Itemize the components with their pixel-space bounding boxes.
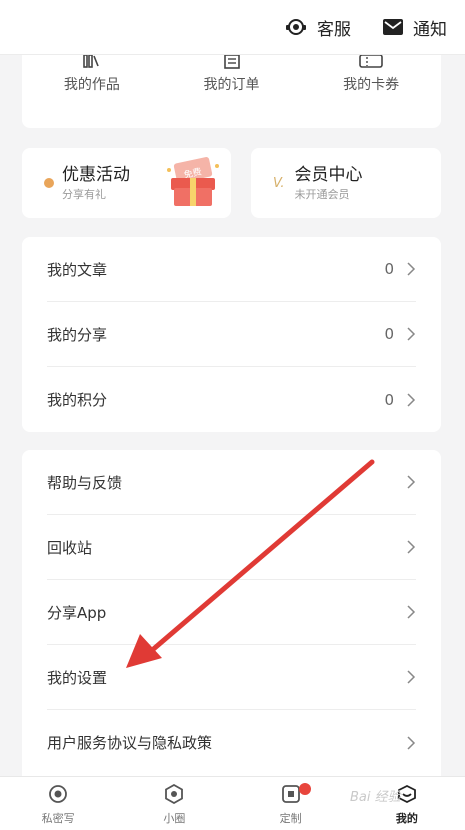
tab-label: 我的 (395, 812, 418, 825)
watermark: Bai 经验 (350, 790, 401, 805)
menu-list-card: 帮助与反馈 回收站 分享App 我的设置 用户服务协议与隐私政策 (22, 450, 441, 780)
my-orders-link[interactable]: 我的订单 (162, 55, 302, 128)
promotion-title: 优惠活动 (62, 165, 130, 185)
headset-icon (286, 19, 306, 35)
mail-icon (383, 19, 403, 35)
promotion-subtitle: 分享有礼 (62, 188, 106, 201)
chevron-right-icon (407, 735, 416, 750)
my-orders-label: 我的订单 (203, 77, 260, 93)
membership-title: 会员中心 (294, 165, 363, 185)
chevron-right-icon (407, 392, 416, 407)
tab-label: 定制 (279, 812, 302, 825)
quick-links-card: 我的作品 我的订单 我的卡券 (22, 55, 441, 128)
chevron-right-icon (407, 670, 416, 684)
list-item-terms-privacy[interactable]: 用户服务协议与隐私政策 (47, 710, 416, 775)
my-coupons-link[interactable]: 我的卡券 (301, 55, 441, 128)
membership-subtitle: 未开通会员 (294, 188, 350, 201)
hexagon-icon (165, 784, 184, 804)
my-coupons-label: 我的卡券 (343, 77, 400, 93)
coupon-icon (359, 55, 383, 68)
square-dot-icon (281, 785, 300, 803)
vip-icon: V. (273, 175, 285, 191)
tab-label: 私密写 (41, 812, 75, 825)
coin-icon (44, 178, 54, 188)
list-item-label: 分享App (47, 603, 107, 622)
list-item-my-shares[interactable]: 我的分享 0 (47, 302, 416, 367)
tab-private-writing[interactable]: 私密写 (0, 777, 116, 830)
item-count: 0 (384, 325, 394, 343)
gift-box-icon: 免费 (167, 157, 219, 206)
chevron-right-icon (407, 262, 416, 276)
order-icon (223, 55, 240, 69)
list-item-my-settings[interactable]: 我的设置 (47, 645, 416, 710)
stats-list-card: 我的文章 0 我的分享 0 我的积分 0 (22, 237, 441, 432)
chevron-right-icon (407, 605, 416, 619)
notification-label: 通知 (413, 19, 447, 40)
chevron-right-icon (407, 327, 416, 341)
promotion-card[interactable]: 优惠活动 分享有礼 免费 (22, 148, 231, 218)
item-count: 0 (384, 390, 394, 409)
book-icon (83, 55, 99, 68)
list-item-help-feedback[interactable]: 帮助与反馈 (47, 450, 416, 515)
list-item-label: 回收站 (47, 538, 93, 557)
list-item-label: 我的分享 (47, 325, 108, 344)
my-works-label: 我的作品 (63, 77, 120, 93)
top-bar: 客服 通知 (0, 0, 465, 55)
list-item-my-articles[interactable]: 我的文章 0 (47, 237, 416, 302)
my-works-link[interactable]: 我的作品 (22, 55, 162, 128)
circle-dot-icon (49, 785, 68, 803)
list-item-label: 我的积分 (47, 391, 108, 409)
tab-custom[interactable]: 定制 (233, 777, 349, 830)
list-item-share-app[interactable]: 分享App (47, 580, 416, 645)
tab-label: 小圈 (163, 812, 186, 825)
tab-circle[interactable]: 小圈 (116, 777, 232, 830)
list-item-label: 我的文章 (47, 260, 108, 279)
chevron-right-icon (407, 475, 416, 489)
list-item-my-points[interactable]: 我的积分 0 (47, 367, 416, 432)
notification-badge (298, 783, 311, 795)
customer-service-button[interactable]: 客服 (285, 15, 351, 40)
customer-service-label: 客服 (317, 19, 351, 40)
membership-card[interactable]: V. 会员中心 未开通会员 (251, 148, 441, 218)
chevron-right-icon (407, 540, 416, 554)
list-item-label: 用户服务协议与隐私政策 (47, 734, 213, 752)
list-item-label: 我的设置 (47, 668, 108, 687)
item-count: 0 (384, 260, 394, 278)
list-item-recycle-bin[interactable]: 回收站 (47, 515, 416, 580)
list-item-label: 帮助与反馈 (47, 473, 123, 492)
notification-button[interactable]: 通知 (383, 15, 447, 40)
